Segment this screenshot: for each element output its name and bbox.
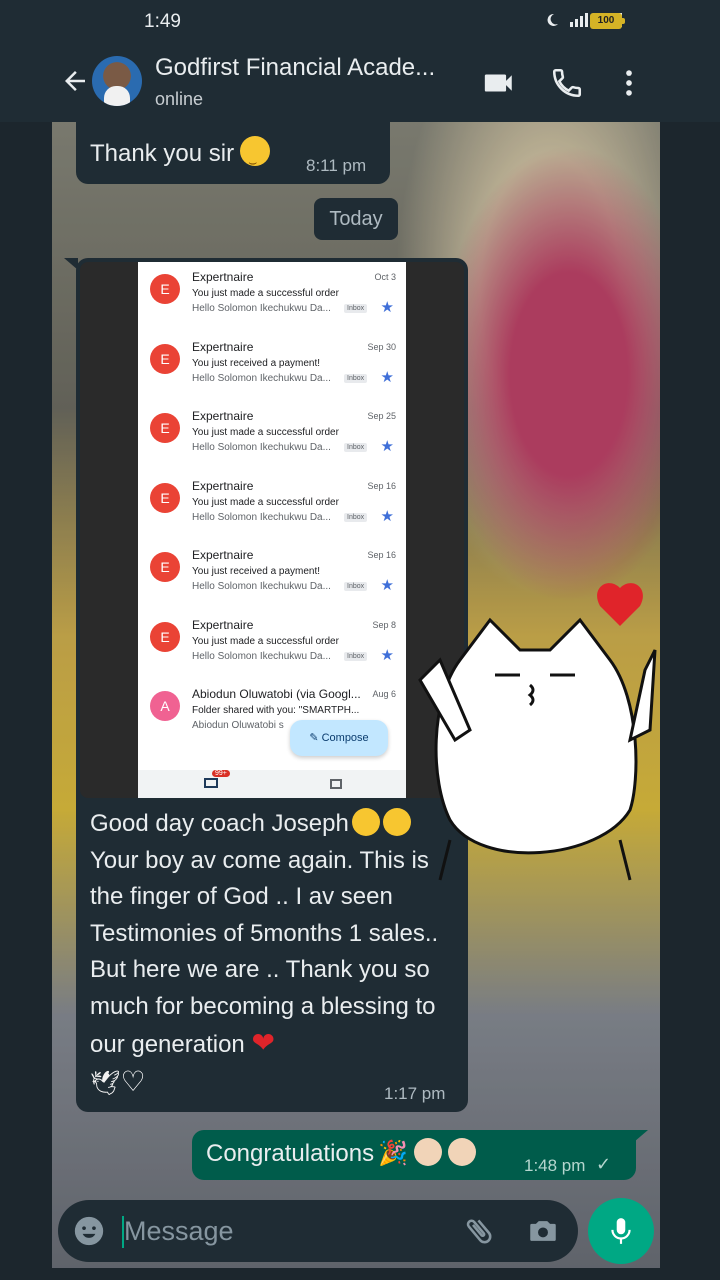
- star-icon: ★: [380, 368, 394, 386]
- message-outgoing-1[interactable]: Congratulations 🎉 1:48 pm ✓: [192, 1130, 648, 1180]
- mail-tag: Inbox: [344, 443, 368, 452]
- emoji-icon[interactable]: [72, 1214, 106, 1248]
- mail-tag: Inbox: [344, 373, 368, 383]
- mail-subject: Folder shared with you: "SMARTPH...: [192, 705, 360, 716]
- mail-row: E Expertnaire Sep 25 You just made a succes…: [138, 403, 406, 471]
- star-icon: ★: [380, 577, 394, 594]
- mic-icon: [611, 1218, 631, 1244]
- message-text: Congratulations 🎉: [206, 1136, 476, 1173]
- message-input[interactable]: [124, 1210, 454, 1252]
- mail-avatar: E: [150, 274, 180, 304]
- mail-avatar: E: [150, 552, 180, 582]
- party-popper-emoji-icon: 🎉: [378, 1140, 408, 1167]
- white-heart-emoji-icon: ♡: [120, 1065, 146, 1097]
- mail-tag: Inbox: [344, 651, 368, 661]
- message-time: 1:48 pm: [524, 1156, 586, 1175]
- chat-status: online: [155, 89, 204, 109]
- dove-emoji-icon: 🕊: [90, 1069, 121, 1097]
- mail-preview: Hello Solomon Ikechukwu Da...: [192, 511, 331, 523]
- mail-row: E Expertnaire Sep 16 You just made a succes…: [138, 473, 406, 541]
- message-time: 1:17 pm: [384, 1084, 446, 1103]
- mail-sender: Abiodun Oluwatobi (via Googl...: [192, 687, 361, 701]
- mail-sender: Expertnaire: [192, 409, 254, 423]
- mail-avatar: E: [150, 413, 180, 443]
- sent-check-icon: ✓: [596, 1154, 612, 1174]
- mail-avatar: E: [150, 343, 180, 374]
- mail-sender: Expertnaire: [192, 478, 254, 493]
- mail-sender: Expertnaire: [192, 617, 254, 632]
- mail-tag: Inbox: [344, 582, 368, 591]
- gmail-inbox-screenshot: A Abiodun Oluwatobi (via Googl... Aug 6 Fol…: [138, 262, 406, 798]
- mail-preview: Hello Solomon Ikechukwu Da...: [192, 581, 331, 592]
- star-icon: ★: [380, 438, 394, 455]
- more-vert-icon[interactable]: [612, 66, 646, 100]
- message-composer: [58, 1200, 578, 1262]
- mail-row: E Expertnaire Sep 16 You just received a pa…: [138, 542, 406, 610]
- camera-icon[interactable]: [526, 1214, 560, 1248]
- chat-header: Godfirst Financial Acade... online: [0, 44, 720, 122]
- message-time: 8:11 pm: [306, 156, 367, 175]
- mail-avatar: A: [150, 691, 180, 721]
- mail-preview: Hello Solomon Ikechukwu Da...: [192, 372, 331, 384]
- mail-preview: Abiodun Oluwatobi s: [192, 720, 284, 731]
- red-heart-emoji-icon: ❤: [251, 1027, 275, 1058]
- mail-date: Sep 25: [367, 411, 396, 421]
- video-call-icon[interactable]: [482, 66, 516, 100]
- message-incoming-1[interactable]: Thank you sir 8:11 pm: [76, 122, 390, 184]
- avatar[interactable]: [92, 56, 142, 106]
- mail-tag: Inbox: [344, 512, 368, 522]
- phone-icon[interactable]: [550, 66, 584, 100]
- mail-sender: Expertnaire: [192, 548, 254, 562]
- meet-icon: [330, 779, 342, 789]
- relieved-face-emoji-icon: [240, 136, 271, 181]
- moon-icon: [547, 13, 558, 26]
- mail-subject: You just received a payment!: [192, 357, 321, 369]
- message-text: Good day coach Joseph Your boy av come a…: [90, 808, 439, 1097]
- date-divider: Today: [314, 198, 398, 240]
- mail-row: E Expertnaire Sep 8 You just made a success…: [138, 612, 406, 680]
- mic-button[interactable]: [588, 1198, 654, 1264]
- mail-avatar: E: [150, 482, 180, 513]
- mail-row: E Expertnaire Sep 30 You just received a pa…: [138, 334, 406, 402]
- gmail-bottom-bar: 99+: [138, 770, 406, 798]
- hugging-face-emoji-icon: [382, 808, 411, 836]
- clapping-hands-emoji-icon: [414, 1138, 442, 1166]
- mail-sender: Expertnaire: [192, 339, 254, 354]
- mail-subject: You just received a payment!: [192, 566, 321, 577]
- battery-indicator: 100: [590, 13, 625, 29]
- mail-date: Aug 6: [372, 689, 396, 699]
- hugging-face-emoji-icon: [351, 808, 380, 836]
- mail-subject: You just made a successful order: [192, 288, 339, 299]
- bottom-strip: [0, 1268, 720, 1280]
- chat-title[interactable]: Godfirst Financial Acade...: [155, 54, 455, 82]
- mail-row: E Expertnaire Oct 3 You just made a success…: [138, 264, 406, 332]
- mail-date: Sep 16: [367, 480, 396, 491]
- mail-tag: Inbox: [344, 304, 368, 313]
- mail-subject: You just made a successful order: [192, 635, 339, 647]
- compose-button: ✎ Compose: [290, 720, 388, 756]
- status-bar: 1:49 100: [0, 0, 720, 44]
- mail-preview: Hello Solomon Ikechukwu Da...: [192, 442, 331, 453]
- mail-date: Sep 30: [367, 341, 396, 352]
- message-text: Thank you sir: [90, 136, 271, 181]
- mail-subject: You just made a successful order: [192, 496, 339, 508]
- status-time: 1:49: [144, 11, 181, 32]
- mail-avatar: E: [150, 621, 180, 652]
- clapping-hands-emoji-icon: [448, 1138, 476, 1166]
- unread-badge: 99+: [212, 770, 230, 777]
- mail-icon: [204, 778, 218, 788]
- mail-subject: You just made a successful order: [192, 427, 339, 438]
- mail-sender: Expertnaire: [192, 270, 254, 284]
- mail-date: Sep 16: [367, 550, 396, 560]
- star-icon: ★: [380, 507, 394, 525]
- back-arrow-icon[interactable]: [60, 66, 90, 96]
- star-icon: ★: [380, 299, 394, 316]
- mail-preview: Hello Solomon Ikechukwu Da...: [192, 303, 331, 314]
- mail-date: Sep 8: [372, 619, 396, 630]
- star-icon: ★: [380, 646, 394, 664]
- mail-date: Oct 3: [374, 272, 396, 282]
- mail-preview: Hello Solomon Ikechukwu Da...: [192, 650, 331, 662]
- attach-icon[interactable]: [462, 1214, 496, 1248]
- attached-screenshot[interactable]: A Abiodun Oluwatobi (via Googl... Aug 6 Fol…: [80, 262, 464, 798]
